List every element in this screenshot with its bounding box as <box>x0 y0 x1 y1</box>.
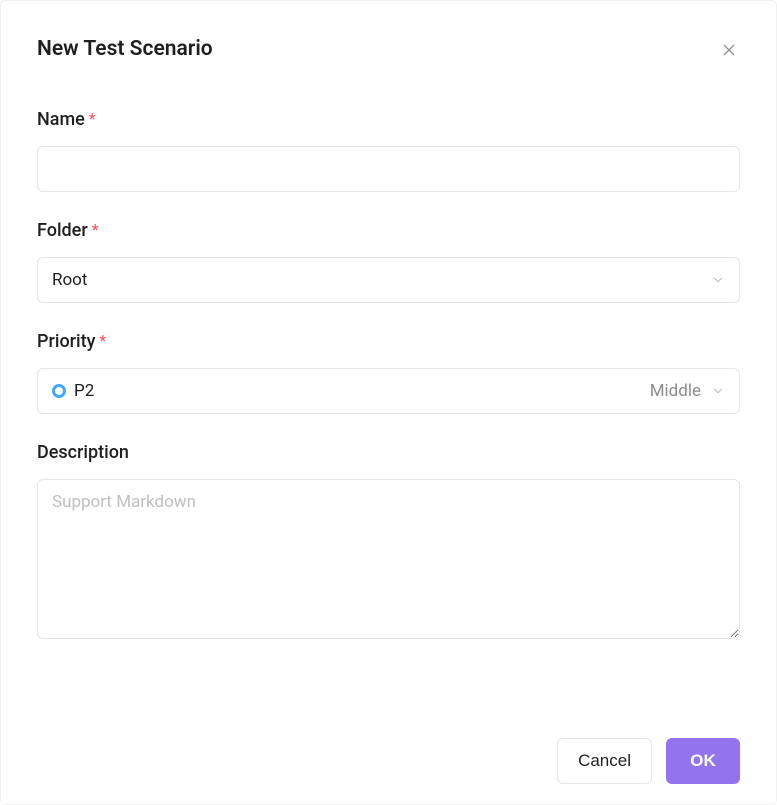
priority-select[interactable]: P2 Middle <box>37 368 740 414</box>
description-label: Description <box>37 442 129 463</box>
dialog-title: New Test Scenario <box>37 37 213 61</box>
required-indicator: * <box>92 220 99 239</box>
chevron-down-icon <box>711 384 725 398</box>
description-textarea[interactable] <box>37 479 740 639</box>
close-icon[interactable] <box>718 39 740 61</box>
priority-select-value: P2 <box>52 381 94 401</box>
folder-select[interactable]: Root <box>37 257 740 303</box>
new-test-scenario-dialog: New Test Scenario Name* Folder* Root <box>0 0 777 805</box>
ok-button[interactable]: OK <box>666 738 740 784</box>
priority-ring-icon <box>52 384 66 398</box>
folder-field: Folder* Root <box>37 220 740 303</box>
name-input[interactable] <box>37 146 740 192</box>
description-field: Description <box>37 442 740 643</box>
priority-value-text: P2 <box>74 381 94 401</box>
folder-select-value: Root <box>52 270 87 290</box>
name-label: Name <box>37 109 85 130</box>
required-indicator: * <box>89 109 96 128</box>
folder-label: Folder <box>37 220 88 241</box>
dialog-footer: Cancel OK <box>557 738 740 784</box>
name-field: Name* <box>37 109 740 192</box>
dialog-header: New Test Scenario <box>1 1 776 61</box>
cancel-button[interactable]: Cancel <box>557 738 652 784</box>
priority-field: Priority* P2 Middle <box>37 331 740 414</box>
required-indicator: * <box>99 331 106 350</box>
dialog-form: Name* Folder* Root Priority* <box>1 61 776 643</box>
priority-label: Priority <box>37 331 95 352</box>
chevron-down-icon <box>711 273 725 287</box>
priority-secondary-text: Middle <box>650 381 701 401</box>
